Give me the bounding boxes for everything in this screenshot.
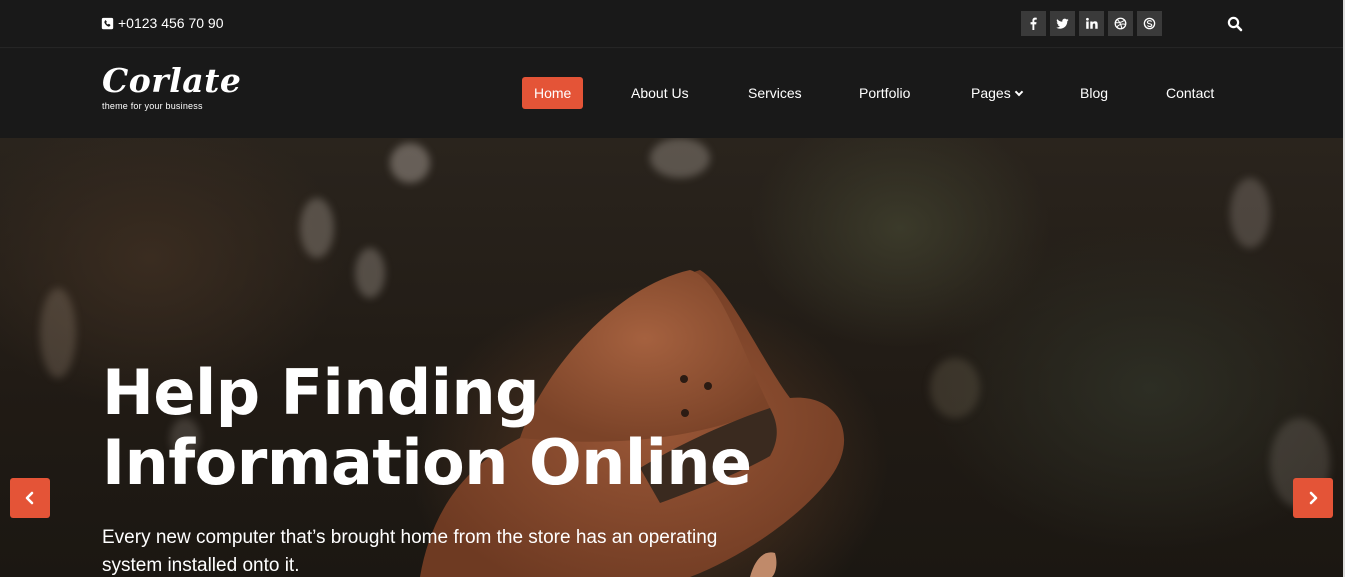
main-navbar: Corlate theme for your business Home Abo… <box>0 49 1345 138</box>
slide-description: Every new computer that’s brought home f… <box>102 527 718 576</box>
search-icon[interactable] <box>1227 16 1243 32</box>
nav-item-pages[interactable]: Pages <box>971 77 1023 109</box>
facebook-icon[interactable] <box>1021 11 1046 36</box>
slide-headline: Help Finding Information Online <box>102 358 802 498</box>
nav-item-contact[interactable]: Contact <box>1166 77 1214 109</box>
chevron-right-icon <box>1309 491 1318 505</box>
slider-next-button[interactable] <box>1293 478 1333 518</box>
twitter-icon[interactable] <box>1050 11 1075 36</box>
nav-item-home[interactable]: Home <box>522 77 584 109</box>
slider-prev-button[interactable] <box>10 478 50 518</box>
nav-item-portfolio[interactable]: Portfolio <box>859 77 910 109</box>
nav-menu: Home About Us Services Portfolio Pages B… <box>0 49 1345 138</box>
headline-line-1: Help Finding <box>102 356 540 429</box>
nav-item-blog[interactable]: Blog <box>1080 77 1108 109</box>
nav-item-pages-label: Pages <box>971 85 1011 101</box>
chevron-down-icon <box>1014 87 1023 97</box>
dribbble-icon[interactable] <box>1108 11 1133 36</box>
slide-caption: Help Finding Information Online Every ne… <box>102 358 802 577</box>
chevron-left-icon <box>25 491 34 505</box>
top-bar: +0123 456 70 90 <box>0 0 1345 48</box>
hero-slider: Help Finding Information Online Every ne… <box>0 138 1343 577</box>
linkedin-icon[interactable] <box>1079 11 1104 36</box>
skype-icon[interactable] <box>1137 11 1162 36</box>
nav-item-about-us[interactable]: About Us <box>631 77 689 109</box>
nav-item-services[interactable]: Services <box>748 77 802 109</box>
phone-contact[interactable]: +0123 456 70 90 <box>101 15 224 31</box>
phone-number: +0123 456 70 90 <box>118 15 224 31</box>
headline-line-2: Information Online <box>102 426 752 499</box>
social-links <box>1021 11 1162 36</box>
phone-icon <box>101 17 114 29</box>
